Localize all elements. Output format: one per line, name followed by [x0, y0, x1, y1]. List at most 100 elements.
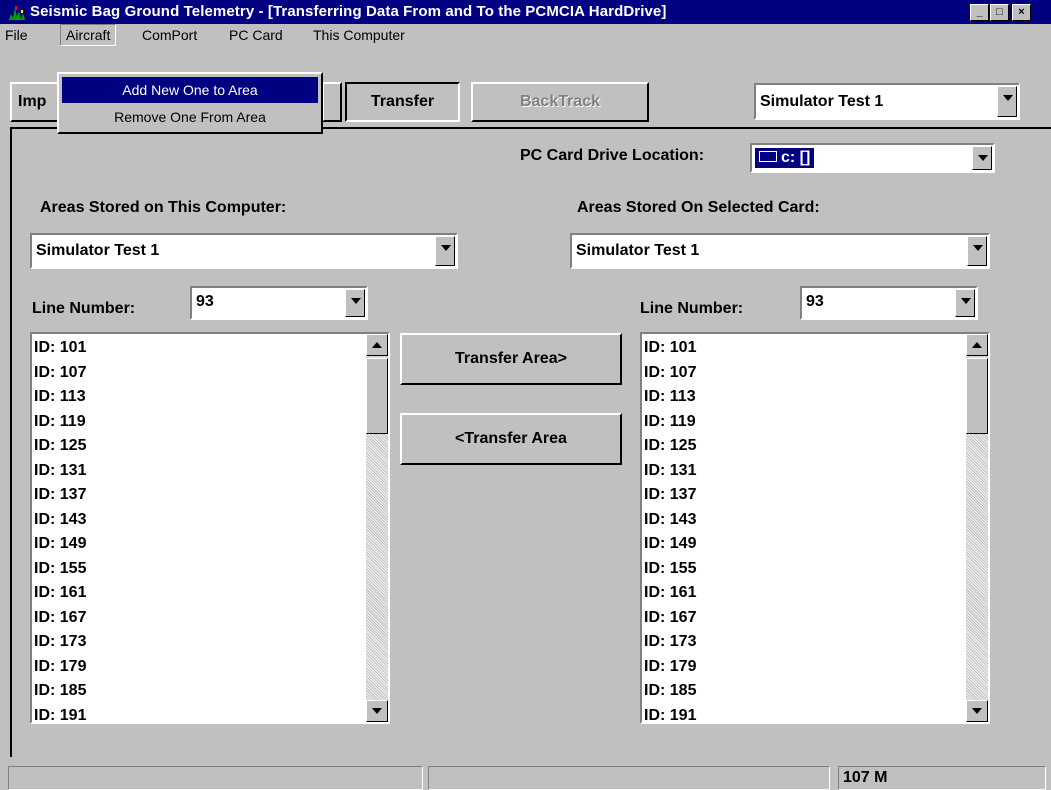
line-number-label-right: Line Number: — [640, 300, 744, 317]
list-item[interactable]: ID: 137 — [644, 483, 696, 508]
backtrack-button-label: BackTrack — [519, 93, 601, 110]
menu-item-add-new-one[interactable]: Add New One to Area — [62, 77, 318, 103]
list-item[interactable]: ID: 119 — [644, 410, 696, 435]
chevron-down-icon[interactable] — [345, 289, 365, 317]
transfer-area-left-button[interactable]: <Transfer Area — [400, 413, 622, 465]
menu-item-remove-one[interactable]: Remove One From Area — [62, 104, 318, 130]
list-item[interactable]: ID: 167 — [644, 606, 696, 631]
status-cell-2 — [428, 766, 830, 790]
list-item[interactable]: ID: 143 — [644, 508, 696, 533]
toolbar-button-hidden[interactable] — [322, 82, 342, 122]
list-item[interactable]: ID: 191 — [644, 704, 696, 723]
seismograph-icon — [8, 4, 26, 21]
areas-computer-select[interactable]: Simulator Test 1 — [30, 233, 458, 269]
transfer-button[interactable]: Transfer — [345, 82, 460, 122]
list-item[interactable]: ID: 161 — [644, 581, 696, 606]
vertical-scrollbar-left[interactable] — [366, 334, 388, 722]
drive-location-value-box: c: [] — [755, 148, 815, 168]
scroll-thumb-right[interactable] — [966, 358, 988, 434]
list-item[interactable]: ID: 185 — [644, 679, 696, 704]
areas-card-value: Simulator Test 1 — [576, 242, 700, 259]
maximize-icon: □ — [996, 6, 1003, 18]
list-item[interactable]: ID: 143 — [34, 508, 86, 533]
chevron-down-icon[interactable] — [997, 86, 1017, 117]
list-item[interactable]: ID: 131 — [644, 459, 696, 484]
import-button-label: Imp — [18, 93, 47, 110]
transfer-area-left-label: <Transfer Area — [455, 430, 567, 447]
list-item[interactable]: ID: 125 — [34, 434, 86, 459]
list-item[interactable]: ID: 137 — [34, 483, 86, 508]
vertical-scrollbar-right[interactable] — [966, 334, 988, 722]
menu-comport[interactable]: ComPort — [137, 24, 202, 46]
area-select-toolbar[interactable]: Simulator Test 1 — [754, 83, 1020, 120]
line-number-select-right[interactable]: 93 — [800, 286, 978, 320]
line-number-select-left[interactable]: 93 — [190, 286, 368, 320]
chevron-down-icon[interactable] — [967, 236, 987, 266]
status-cell-1 — [8, 766, 423, 790]
scroll-down-icon[interactable] — [966, 700, 988, 722]
backtrack-button[interactable]: BackTrack — [471, 82, 649, 122]
menu-aircraft[interactable]: Aircraft — [60, 24, 117, 46]
list-item[interactable]: ID: 125 — [644, 434, 696, 459]
menu-item-remove-label: Remove One From Area — [114, 109, 266, 125]
drive-location-value: c: [] — [781, 149, 811, 166]
list-item[interactable]: ID: 161 — [34, 581, 86, 606]
transfer-area-right-button[interactable]: Transfer Area> — [400, 333, 622, 385]
areas-computer-label: Areas Stored on This Computer: — [40, 199, 287, 216]
scroll-down-icon[interactable] — [366, 700, 388, 722]
list-item[interactable]: ID: 107 — [34, 361, 86, 386]
menu-bar: File Aircraft ComPort PC Card This Compu… — [0, 24, 1051, 46]
chevron-down-icon[interactable] — [435, 236, 455, 266]
list-item[interactable]: ID: 113 — [644, 385, 696, 410]
list-item[interactable]: ID: 155 — [34, 557, 86, 582]
areas-computer-value: Simulator Test 1 — [36, 242, 160, 259]
areas-card-select[interactable]: Simulator Test 1 — [570, 233, 990, 269]
list-item[interactable]: ID: 149 — [34, 532, 86, 557]
close-icon: × — [1018, 6, 1025, 18]
main-panel: PC Card Drive Location: c: [] Areas Stor… — [10, 127, 1051, 757]
scroll-up-icon[interactable] — [366, 334, 388, 356]
maximize-button[interactable]: □ — [990, 4, 1009, 21]
chevron-down-icon[interactable] — [955, 289, 975, 317]
id-list-right[interactable]: ID: 101 ID: 107 ID: 113 ID: 119 ID: 125 ID: 1… — [640, 332, 990, 724]
menu-this-computer[interactable]: This Computer — [308, 24, 410, 46]
list-item[interactable]: ID: 119 — [34, 410, 86, 435]
menu-this-computer-label: This Computer — [313, 27, 405, 43]
drive-location-select[interactable]: c: [] — [750, 143, 995, 173]
chevron-down-icon[interactable] — [972, 146, 992, 170]
list-item[interactable]: ID: 113 — [34, 385, 86, 410]
minimize-button[interactable]: _ — [970, 4, 989, 21]
list-item[interactable]: ID: 191 — [34, 704, 86, 723]
disk-space-status: 107 M — [838, 766, 1046, 790]
id-list-left[interactable]: ID: 101 ID: 107 ID: 113 ID: 119 ID: 125 ID: 1… — [30, 332, 390, 724]
list-item[interactable]: ID: 167 — [34, 606, 86, 631]
title-bar[interactable]: Seismic Bag Ground Telemetry - [Transfer… — [0, 0, 1051, 24]
list-item[interactable]: ID: 149 — [644, 532, 696, 557]
menu-comport-label: ComPort — [142, 27, 198, 43]
list-item[interactable]: ID: 173 — [34, 630, 86, 655]
line-number-label-left: Line Number: — [32, 300, 136, 317]
transfer-area-right-label: Transfer Area> — [455, 350, 567, 367]
scroll-thumb-left[interactable] — [366, 358, 388, 434]
scroll-up-icon[interactable] — [966, 334, 988, 356]
list-item[interactable]: ID: 101 — [34, 336, 86, 361]
list-item[interactable]: ID: 179 — [34, 655, 86, 680]
transfer-button-label: Transfer — [370, 93, 435, 110]
list-item[interactable]: ID: 173 — [644, 630, 696, 655]
menu-pc-card[interactable]: PC Card — [224, 24, 288, 46]
list-item[interactable]: ID: 107 — [644, 361, 696, 386]
close-button[interactable]: × — [1012, 4, 1031, 21]
line-number-value-right: 93 — [806, 293, 824, 310]
menu-file[interactable]: File — [0, 24, 33, 46]
menu-file-label: File — [5, 27, 28, 43]
aircraft-menu-dropdown: Add New One to Area Remove One From Area — [57, 72, 323, 134]
list-item[interactable]: ID: 185 — [34, 679, 86, 704]
status-bar: 107 M — [0, 764, 1051, 790]
id-list-right-rows: ID: 101 ID: 107 ID: 113 ID: 119 ID: 125 ID: 1… — [644, 336, 696, 723]
menu-aircraft-label: Aircraft — [66, 27, 111, 43]
list-item[interactable]: ID: 155 — [644, 557, 696, 582]
area-select-toolbar-value: Simulator Test 1 — [760, 93, 884, 110]
list-item[interactable]: ID: 131 — [34, 459, 86, 484]
list-item[interactable]: ID: 179 — [644, 655, 696, 680]
list-item[interactable]: ID: 101 — [644, 336, 696, 361]
